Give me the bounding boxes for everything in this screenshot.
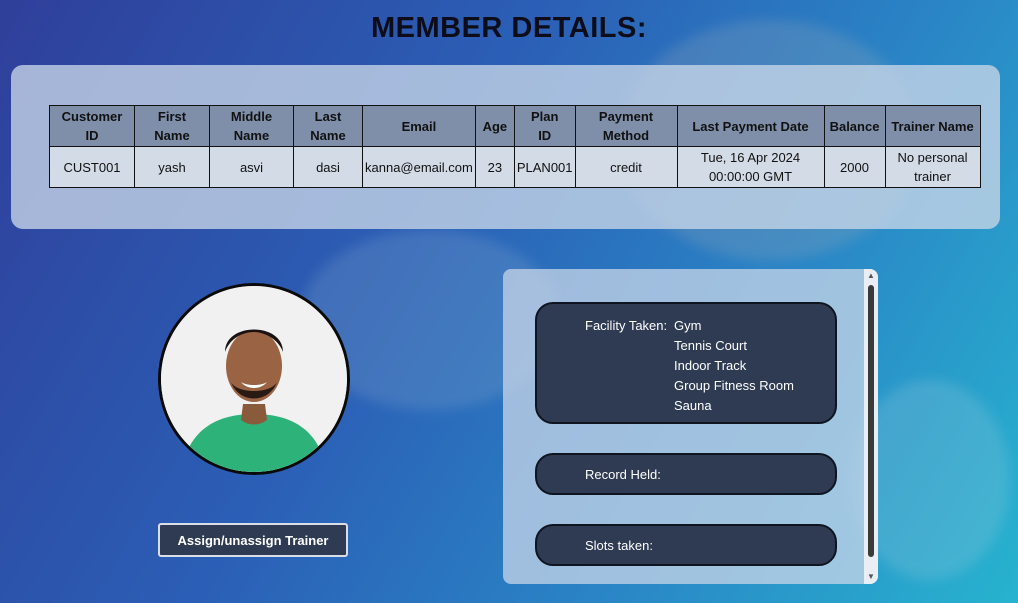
column-header-email: Email bbox=[362, 105, 476, 147]
cell-customer-id: CUST001 bbox=[49, 146, 135, 188]
column-header-payment-method: Payment Method bbox=[574, 105, 678, 147]
facility-list: Gym Tennis Court Indoor Track Group Fitn… bbox=[674, 318, 794, 418]
table-row: CUST001 yash asvi dasi kanna@email.com 2… bbox=[49, 146, 981, 188]
column-header-balance: Balance bbox=[823, 105, 886, 147]
triangle-up-icon[interactable]: ▲ bbox=[864, 269, 878, 283]
slots-taken-box: Slots taken: bbox=[535, 524, 837, 566]
cell-email: kanna@email.com bbox=[362, 146, 476, 188]
column-header-last-payment-date: Last Payment Date bbox=[676, 105, 825, 147]
list-item: Indoor Track bbox=[674, 358, 747, 373]
cell-balance: 2000 bbox=[823, 146, 886, 188]
cell-trainer-name: No personal trainer bbox=[884, 146, 981, 188]
record-held-label: Record Held: bbox=[585, 467, 661, 482]
cell-first-name: yash bbox=[134, 146, 210, 188]
cell-plan-id: PLAN001 bbox=[513, 146, 576, 188]
column-header-customer-id: Customer ID bbox=[49, 105, 135, 147]
record-held-box: Record Held: bbox=[535, 453, 837, 495]
member-info-panel[interactable]: Facility Taken: Gym Tennis Court Indoor … bbox=[503, 269, 878, 584]
member-table: Customer ID First Name Middle Name Last Name… bbox=[49, 105, 981, 188]
member-photo bbox=[158, 283, 350, 475]
triangle-down-icon[interactable]: ▼ bbox=[864, 570, 878, 584]
facility-taken-label: Facility Taken: bbox=[585, 318, 668, 333]
column-header-middle-name: Middle Name bbox=[209, 105, 294, 147]
cell-age: 23 bbox=[474, 146, 515, 188]
table-header-row: Customer ID First Name Middle Name Last Name… bbox=[49, 105, 981, 147]
list-item: Sauna bbox=[674, 398, 712, 413]
list-item: Gym bbox=[674, 318, 702, 333]
member-avatar-illustration bbox=[161, 286, 347, 472]
column-header-last-name: Last Name bbox=[293, 105, 363, 147]
assign-unassign-trainer-button[interactable]: Assign/unassign Trainer bbox=[158, 523, 348, 557]
column-header-plan-id: Plan ID bbox=[513, 105, 576, 147]
list-item: Tennis Court bbox=[674, 338, 747, 353]
cell-last-name: dasi bbox=[293, 146, 363, 188]
column-header-age: Age bbox=[474, 105, 515, 147]
facility-taken-box: Facility Taken: Gym Tennis Court Indoor … bbox=[535, 302, 837, 424]
member-table-panel: Customer ID First Name Middle Name Last Name… bbox=[11, 65, 1000, 229]
scrollbar-thumb[interactable] bbox=[868, 285, 874, 557]
column-header-trainer-name: Trainer Name bbox=[884, 105, 981, 147]
cell-last-payment-date: Tue, 16 Apr 2024 00:00:00 GMT bbox=[676, 146, 825, 188]
vertical-scrollbar[interactable]: ▲ ▼ bbox=[864, 269, 878, 584]
slots-taken-label: Slots taken: bbox=[585, 538, 653, 553]
cell-payment-method: credit bbox=[574, 146, 678, 188]
list-item: Group Fitness Room bbox=[674, 378, 794, 393]
page-title: MEMBER DETAILS: bbox=[370, 12, 647, 44]
cell-middle-name: asvi bbox=[209, 146, 294, 188]
column-header-first-name: First Name bbox=[134, 105, 210, 147]
